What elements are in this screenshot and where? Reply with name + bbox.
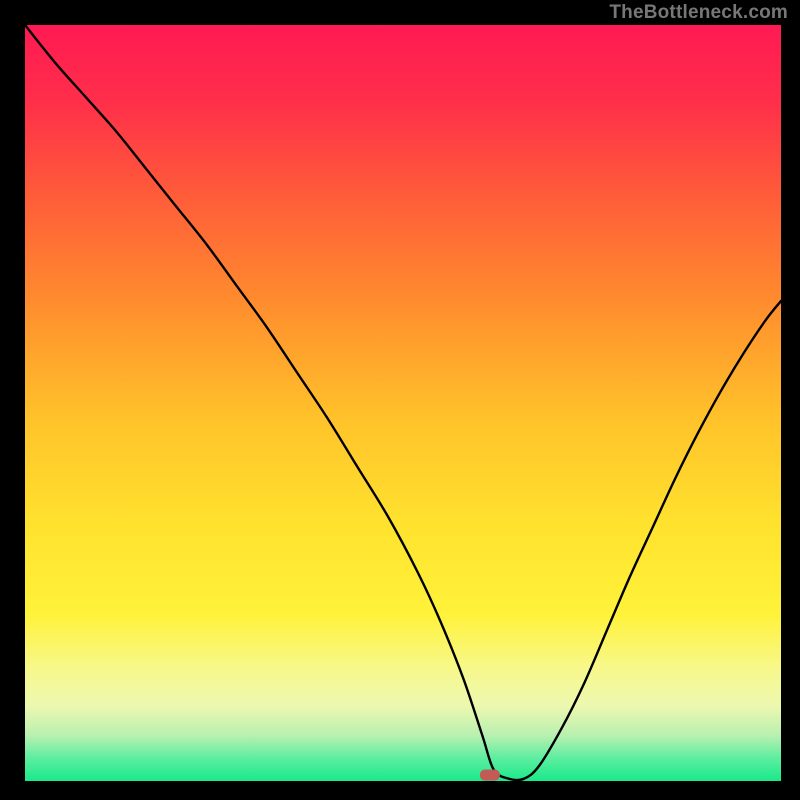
gradient-background — [25, 25, 781, 781]
bottleneck-chart-svg — [25, 25, 781, 781]
optimal-marker — [480, 770, 500, 781]
chart-frame: TheBottleneck.com — [0, 0, 800, 800]
source-attribution: TheBottleneck.com — [609, 2, 788, 24]
plot-area — [25, 25, 781, 781]
